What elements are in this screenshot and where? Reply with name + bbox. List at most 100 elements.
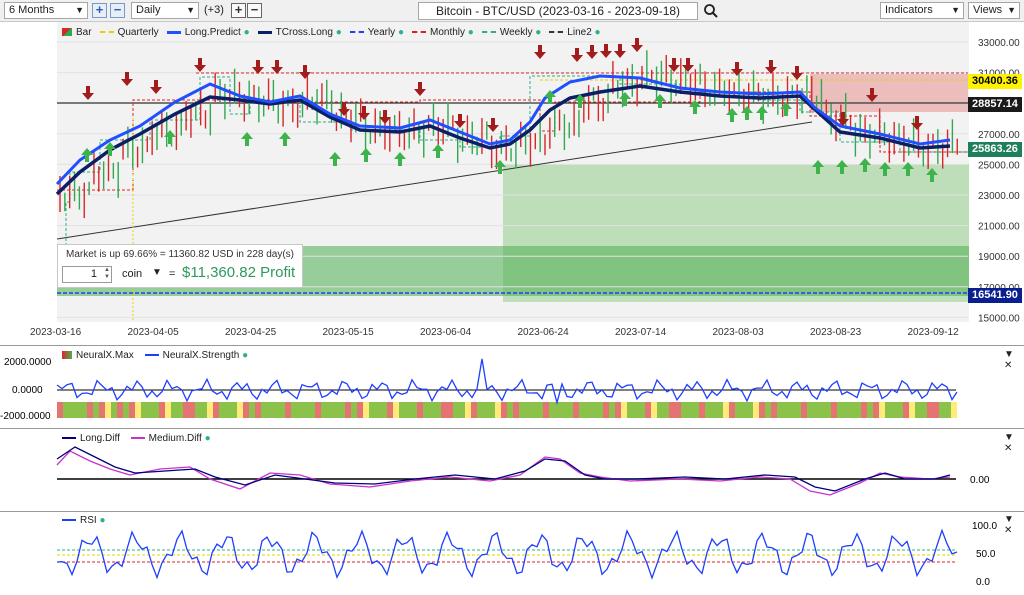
heat-cell — [159, 402, 165, 418]
heat-cell — [717, 402, 723, 418]
heat-cell — [663, 402, 669, 418]
heat-cell — [405, 402, 411, 418]
spin-arrows-icon[interactable]: ▲ ▼ — [104, 267, 110, 281]
axis-label: 0.00 — [970, 475, 990, 486]
heat-cell — [471, 402, 477, 418]
axis-tick-label: 33000.00 — [978, 38, 1020, 49]
heat-cell — [507, 402, 513, 418]
heat-cell — [165, 402, 171, 418]
price-panel[interactable]: 33000.0031000.0029000.0027000.0025000.00… — [0, 22, 1024, 344]
heat-cell — [225, 402, 231, 418]
panel-controls[interactable]: ▼ ✕ — [1004, 514, 1024, 536]
heat-cell — [885, 402, 891, 418]
heat-cell — [927, 402, 933, 418]
axis-label: 100.0 — [972, 521, 997, 532]
heat-cell — [189, 402, 195, 418]
heat-cell — [825, 402, 831, 418]
heat-cell — [525, 402, 531, 418]
heat-cell — [837, 402, 843, 418]
price-tag: 25863.26 — [968, 142, 1022, 157]
heat-cell — [441, 402, 447, 418]
rsi-line — [56, 528, 958, 580]
toolbar: 6 Months ▼ + − Daily ▼ (+3) + − Bitcoin … — [0, 0, 1024, 22]
remove-button[interactable]: − — [247, 3, 262, 18]
heat-cell — [795, 402, 801, 418]
legend-item: Monthly ● — [412, 27, 474, 38]
zoom-in-button[interactable]: + — [92, 3, 107, 18]
symbol-title[interactable]: Bitcoin - BTC/USD (2023-03-16 - 2023-09-… — [418, 2, 698, 20]
symbol-title-text: Bitcoin - BTC/USD (2023-03-16 - 2023-09-… — [435, 4, 681, 18]
resistance-zone — [810, 74, 968, 112]
neuralx-panel[interactable]: 2000.0000 0.0000 -2000.0000 NeuralX.Max … — [0, 345, 1024, 428]
price-tag: 16541.90 — [968, 288, 1022, 303]
heat-cell — [435, 402, 441, 418]
heat-cell — [597, 402, 603, 418]
rsi-panel[interactable]: 100.0 50.0 0.0 RSI ● ▼ ✕ — [0, 511, 1024, 592]
medium-diff-line — [56, 450, 951, 496]
legend-item: NeuralX.Max — [62, 350, 134, 361]
zoom-out-button[interactable]: − — [110, 3, 125, 18]
heat-cell — [63, 402, 69, 418]
chevron-down-icon[interactable]: ▼ — [152, 267, 162, 278]
indicators-select[interactable]: Indicators ▼ — [880, 2, 964, 19]
heat-cell — [417, 402, 423, 418]
axis-tick-label: 2023-09-12 — [908, 327, 960, 338]
heat-cell — [819, 402, 825, 418]
main-legend: Bar Quarterly Long.Predict ● TCross.Long ● Y… — [62, 27, 609, 38]
heat-cell — [777, 402, 783, 418]
axis-tick-label: 2023-08-23 — [810, 327, 862, 338]
panel-controls[interactable]: ▼ ✕ — [1004, 432, 1024, 454]
heat-cell — [123, 402, 129, 418]
neuralx-max-heatmap — [57, 402, 957, 418]
neuralx-legend: NeuralX.Max NeuralX.Strength ● — [62, 350, 256, 361]
heat-cell — [771, 402, 777, 418]
diff-panel[interactable]: 0.00 Long.Diff Medium.Diff ● ▼ ✕ — [0, 428, 1024, 511]
views-select[interactable]: Views ▼ — [968, 2, 1020, 19]
heat-cell — [105, 402, 111, 418]
price-chart[interactable]: 33000.0031000.0029000.0027000.0025000.00… — [0, 22, 1024, 344]
heat-cell — [429, 402, 435, 418]
axis-tick-label: 2023-04-05 — [128, 327, 180, 338]
unit-label[interactable]: coin — [122, 268, 142, 280]
interval-select[interactable]: Daily ▼ — [131, 2, 199, 19]
axis-tick-label: 2023-05-15 — [323, 327, 375, 338]
axis-label: 0.0 — [976, 577, 990, 588]
heat-cell — [129, 402, 135, 418]
heat-cell — [249, 402, 255, 418]
heat-cell — [561, 402, 567, 418]
equals-sign: = — [169, 268, 176, 280]
rsi-chart[interactable]: 100.0 50.0 0.0 — [0, 512, 1024, 592]
heat-cell — [483, 402, 489, 418]
period-value: 6 Months — [9, 4, 55, 16]
heat-cell — [447, 402, 453, 418]
axis-tick-label: 23000.00 — [978, 191, 1020, 202]
heat-cell — [693, 402, 699, 418]
diff-legend: Long.Diff Medium.Diff ● — [62, 433, 219, 444]
add-button[interactable]: + — [231, 3, 246, 18]
legend-item: Weekly ● — [481, 27, 541, 38]
search-icon[interactable] — [703, 3, 719, 19]
heat-cell — [951, 402, 957, 418]
heat-cell — [195, 402, 201, 418]
heat-cell — [939, 402, 945, 418]
heat-cell — [741, 402, 747, 418]
heat-cell — [849, 402, 855, 418]
heat-cell — [177, 402, 183, 418]
heat-cell — [327, 402, 333, 418]
heat-cell — [201, 402, 207, 418]
heat-cell — [303, 402, 309, 418]
legend-item: RSI ● — [62, 515, 106, 526]
heat-cell — [87, 402, 93, 418]
heat-cell — [57, 402, 63, 418]
heat-cell — [387, 402, 393, 418]
quantity-stepper[interactable]: 1 ▲ ▼ — [62, 266, 112, 283]
heat-cell — [591, 402, 597, 418]
heat-cell — [633, 402, 639, 418]
axis-tick-label: 2023-08-03 — [713, 327, 765, 338]
heat-cell — [735, 402, 741, 418]
period-select[interactable]: 6 Months ▼ — [4, 2, 88, 19]
panel-controls[interactable]: ▼ ✕ — [1004, 349, 1024, 371]
heat-cell — [861, 402, 867, 418]
heat-cell — [687, 402, 693, 418]
heat-cell — [141, 402, 147, 418]
